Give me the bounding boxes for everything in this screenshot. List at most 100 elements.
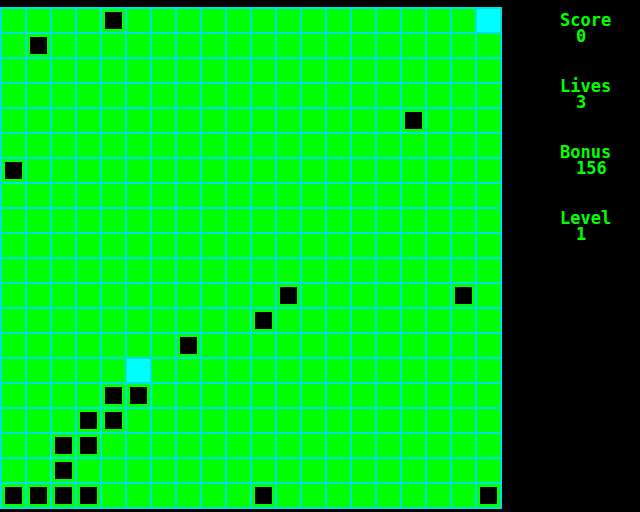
block — [130, 387, 147, 404]
board-cell — [402, 59, 425, 82]
board-cell — [152, 284, 175, 307]
board-cell — [302, 134, 325, 157]
board-cell — [2, 459, 25, 482]
board-cell — [27, 209, 50, 232]
board-cell — [277, 484, 300, 507]
board-cell — [352, 59, 375, 82]
board-cell — [252, 309, 275, 332]
board-cell — [327, 209, 350, 232]
board-cell — [227, 409, 250, 432]
board-cell — [227, 284, 250, 307]
board-cell — [77, 34, 100, 57]
board-cell — [2, 134, 25, 157]
board-cell — [427, 134, 450, 157]
board-cell — [402, 9, 425, 32]
board-cell — [77, 309, 100, 332]
board-cell — [102, 159, 125, 182]
board-cell — [252, 409, 275, 432]
board-cell — [202, 9, 225, 32]
board-cell — [277, 434, 300, 457]
board-cell — [252, 159, 275, 182]
stat-value: 0 — [560, 28, 611, 44]
board-cell — [477, 359, 500, 382]
board-cell — [302, 334, 325, 357]
board-cell — [77, 59, 100, 82]
board-cell — [2, 234, 25, 257]
board-cell — [452, 459, 475, 482]
board-cell — [202, 309, 225, 332]
board-cell — [202, 484, 225, 507]
board-cell — [377, 434, 400, 457]
board-cell — [202, 259, 225, 282]
board-cell — [202, 409, 225, 432]
board-cell — [352, 259, 375, 282]
board-cell — [302, 309, 325, 332]
board-cell — [52, 459, 75, 482]
board-cell — [402, 84, 425, 107]
stat: Level 1 — [560, 210, 611, 242]
board-cell — [127, 484, 150, 507]
board-cell — [452, 34, 475, 57]
board-cell — [402, 384, 425, 407]
board-cell — [377, 284, 400, 307]
board-cell — [177, 409, 200, 432]
board-cell — [102, 209, 125, 232]
board-cell — [352, 409, 375, 432]
board-cell — [427, 259, 450, 282]
board-cell — [177, 84, 200, 107]
block — [80, 437, 97, 454]
board-cell — [327, 109, 350, 132]
board-cell — [27, 309, 50, 332]
board-cell — [377, 234, 400, 257]
stat-value: 156 — [560, 160, 611, 176]
board-cell — [452, 159, 475, 182]
board-cell — [52, 484, 75, 507]
board-cell — [277, 309, 300, 332]
board-cell — [102, 359, 125, 382]
board-cell — [202, 59, 225, 82]
board-cell — [27, 34, 50, 57]
board-cell — [252, 459, 275, 482]
board-cell — [302, 484, 325, 507]
board-cell — [27, 9, 50, 32]
board-cell — [452, 334, 475, 357]
board-cell — [477, 334, 500, 357]
board-cell — [402, 134, 425, 157]
board-cell — [2, 209, 25, 232]
board-cell — [402, 284, 425, 307]
board-cell — [152, 259, 175, 282]
stat: Lives 3 — [560, 78, 611, 110]
board-cell — [277, 159, 300, 182]
board-cell — [327, 184, 350, 207]
board-cell — [102, 184, 125, 207]
board-cell — [302, 409, 325, 432]
board-cell — [77, 9, 100, 32]
board-cell — [277, 384, 300, 407]
board-cell — [252, 34, 275, 57]
board-cell — [327, 34, 350, 57]
board-cell — [327, 234, 350, 257]
board-cell — [327, 459, 350, 482]
board-cell — [402, 159, 425, 182]
board-cell — [202, 109, 225, 132]
board-cell — [227, 484, 250, 507]
board-cell — [452, 234, 475, 257]
board-cell — [102, 309, 125, 332]
board-cell — [252, 334, 275, 357]
board-cell — [27, 334, 50, 357]
block — [280, 287, 297, 304]
board-cell — [202, 359, 225, 382]
board-cell — [27, 84, 50, 107]
board-cell — [327, 84, 350, 107]
board-cell — [452, 384, 475, 407]
board-cell — [152, 134, 175, 157]
board-cell — [302, 459, 325, 482]
block — [5, 487, 22, 504]
board-cell — [252, 109, 275, 132]
board-cell — [227, 34, 250, 57]
board-cell — [102, 134, 125, 157]
board-cell — [377, 84, 400, 107]
board-cell — [302, 284, 325, 307]
board-cell — [477, 9, 500, 32]
board-cell — [352, 334, 375, 357]
